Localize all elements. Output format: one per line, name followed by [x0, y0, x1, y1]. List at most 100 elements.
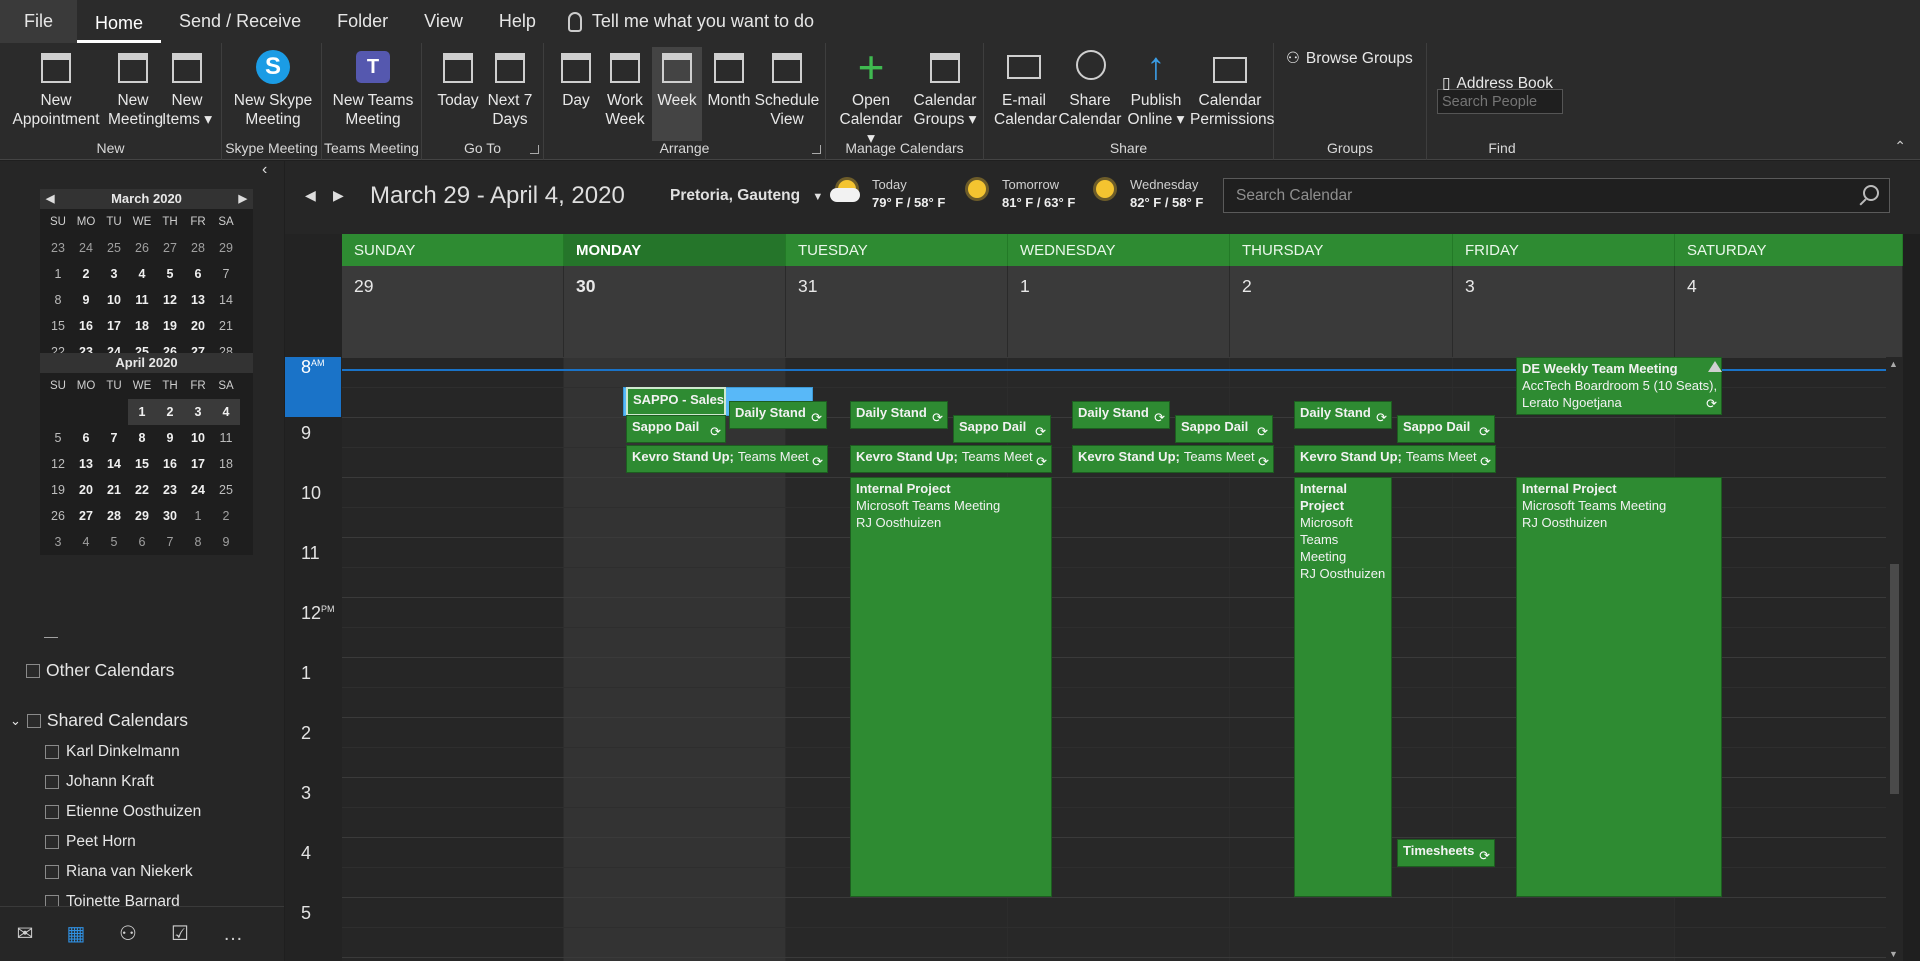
- email-calendar-button[interactable]: E-mail Calendar: [994, 47, 1057, 129]
- event-internal-project[interactable]: Internal Project Microsoft Teams Meeting R…: [1516, 477, 1722, 897]
- search-icon[interactable]: [1863, 185, 1879, 201]
- schedule-view-button[interactable]: Schedule View: [754, 47, 820, 129]
- mini-calendar-day[interactable]: 10: [100, 287, 128, 313]
- scrollbar-thumb[interactable]: [1890, 564, 1899, 794]
- mini-calendar-day[interactable]: 15: [128, 451, 156, 477]
- mini-calendar-day[interactable]: 16: [156, 451, 184, 477]
- mail-icon[interactable]: ✉: [12, 923, 38, 945]
- day-header-wednesday[interactable]: WEDNESDAY: [1008, 234, 1230, 266]
- checkbox[interactable]: [45, 775, 59, 789]
- scroll-up-icon[interactable]: ▲: [1889, 359, 1898, 369]
- share-calendar-button[interactable]: Share Calendar: [1058, 47, 1122, 129]
- mini-calendar-day[interactable]: 29: [128, 503, 156, 529]
- day-header-sunday[interactable]: SUNDAY: [342, 234, 564, 266]
- mini-calendar-day[interactable]: 7: [100, 425, 128, 451]
- mini-calendar-day[interactable]: 28: [184, 235, 212, 261]
- menu-help[interactable]: Help: [481, 0, 554, 43]
- chevron-down-icon[interactable]: ⌄: [10, 713, 21, 729]
- checkbox[interactable]: [45, 865, 59, 879]
- checkbox[interactable]: [45, 805, 59, 819]
- mini-calendar-day[interactable]: 21: [100, 477, 128, 503]
- mini-calendar-day[interactable]: 26: [44, 503, 72, 529]
- next-week-button[interactable]: ▶: [333, 187, 344, 204]
- new-appointment-button[interactable]: New Appointment: [10, 47, 102, 129]
- mini-calendar-day[interactable]: 6: [128, 529, 156, 555]
- menu-folder[interactable]: Folder: [319, 0, 406, 43]
- calendar-icon[interactable]: ▦: [63, 923, 89, 945]
- event-sappo-daily[interactable]: Sappo Dail ⟳: [626, 415, 726, 443]
- mini-calendar-day[interactable]: 14: [212, 287, 240, 313]
- mini-calendar-day[interactable]: 5: [44, 425, 72, 451]
- checkbox[interactable]: [45, 745, 59, 759]
- next-7-days-button[interactable]: Next 7 Days: [484, 47, 536, 129]
- new-items-button[interactable]: New Items ▾: [162, 47, 212, 129]
- previous-month-icon[interactable]: ◀: [46, 189, 54, 209]
- previous-week-button[interactable]: ◀: [305, 187, 316, 204]
- mini-calendar-day[interactable]: 16: [72, 313, 100, 339]
- mini-calendar-day[interactable]: 7: [212, 261, 240, 287]
- event-kevro-standup[interactable]: Kevro Stand Up; Teams Meet ⟳: [1072, 445, 1274, 473]
- day-header-saturday[interactable]: SATURDAY: [1675, 234, 1903, 266]
- mini-calendar-day[interactable]: 27: [156, 235, 184, 261]
- mini-calendar-day[interactable]: 18: [128, 313, 156, 339]
- mini-calendar-day[interactable]: 6: [184, 261, 212, 287]
- all-day-area[interactable]: 4: [1675, 266, 1903, 357]
- menu-home[interactable]: Home: [77, 7, 162, 43]
- today-button[interactable]: Today: [434, 47, 482, 110]
- menu-file[interactable]: File: [0, 0, 78, 43]
- mini-calendar-day[interactable]: 25: [100, 235, 128, 261]
- checkbox[interactable]: [26, 663, 40, 678]
- all-day-area[interactable]: 30: [564, 266, 786, 357]
- day-header-friday[interactable]: FRIDAY: [1453, 234, 1675, 266]
- mini-calendar-day[interactable]: 4: [128, 261, 156, 287]
- checkbox[interactable]: [26, 713, 41, 728]
- mini-calendar-day[interactable]: 12: [44, 451, 72, 477]
- day-header-thursday[interactable]: THURSDAY: [1230, 234, 1453, 266]
- address-book-button[interactable]: ▯ Address Book: [1442, 74, 1553, 93]
- event-daily-standup[interactable]: Daily Stand ⟳: [1072, 401, 1170, 429]
- mini-calendar-day[interactable]: 19: [44, 477, 72, 503]
- all-day-area[interactable]: 2: [1230, 266, 1453, 357]
- browse-groups-button[interactable]: ⚇ Browse Groups: [1286, 49, 1413, 68]
- new-meeting-button[interactable]: New Meeting: [108, 47, 163, 129]
- week-view-button[interactable]: Week: [652, 47, 702, 141]
- day-header-monday[interactable]: MONDAY: [564, 234, 786, 266]
- weather-location-dropdown[interactable]: Pretoria, Gauteng ▼: [670, 187, 823, 205]
- mini-calendar-day[interactable]: 4: [72, 529, 100, 555]
- tasks-icon[interactable]: ☑: [167, 923, 193, 945]
- mini-calendar-day[interactable]: 11: [128, 287, 156, 313]
- event-kevro-standup[interactable]: Kevro Stand Up; Teams Meet ⟳: [850, 445, 1052, 473]
- mini-calendar-day[interactable]: 22: [128, 477, 156, 503]
- event-sappo-daily[interactable]: Sappo Dail ⟳: [953, 415, 1051, 443]
- mini-calendar-day[interactable]: 30: [156, 503, 184, 529]
- mini-calendar-day[interactable]: 27: [72, 503, 100, 529]
- day-header-tuesday[interactable]: TUESDAY: [786, 234, 1008, 266]
- mini-calendar-day[interactable]: 5: [100, 529, 128, 555]
- shared-calendars-group[interactable]: ⌄ Shared Calendars: [10, 710, 188, 731]
- shared-calendar-item[interactable]: Peet Horn: [45, 833, 136, 851]
- event-de-weekly-team-meeting[interactable]: DE Weekly Team Meeting AccTech Boardroom …: [1516, 357, 1722, 415]
- mini-calendar-day[interactable]: 18: [212, 451, 240, 477]
- shared-calendar-item[interactable]: Etienne Oosthuizen: [45, 803, 201, 821]
- mini-calendar-day[interactable]: 11: [212, 425, 240, 451]
- menu-send-receive[interactable]: Send / Receive: [161, 0, 319, 43]
- all-day-area[interactable]: 29: [342, 266, 564, 357]
- scroll-down-icon[interactable]: ▼: [1889, 949, 1898, 959]
- vertical-scrollbar[interactable]: ▲ ▼: [1886, 357, 1903, 961]
- mini-calendar-day[interactable]: 3: [100, 261, 128, 287]
- mini-calendar-day[interactable]: 29: [212, 235, 240, 261]
- event-kevro-standup[interactable]: Kevro Stand Up; Teams Meet ⟳: [1294, 445, 1496, 473]
- more-icon[interactable]: …: [220, 923, 246, 945]
- mini-calendar-day[interactable]: 17: [100, 313, 128, 339]
- mini-calendar-day[interactable]: 7: [156, 529, 184, 555]
- mini-calendar-day[interactable]: 3: [184, 399, 212, 425]
- shared-calendar-item[interactable]: Johann Kraft: [45, 773, 154, 791]
- day-view-button[interactable]: Day: [554, 47, 598, 110]
- mini-calendar-day[interactable]: 17: [184, 451, 212, 477]
- event-internal-project[interactable]: Internal Project Microsoft Teams Meeting R…: [1294, 477, 1392, 897]
- mini-calendar-day[interactable]: 13: [184, 287, 212, 313]
- new-teams-meeting-button[interactable]: T New Teams Meeting: [330, 47, 416, 129]
- calendar-body[interactable]: SAPPO - Sales Daily Stand ⟳ Sappo Dail ⟳ Kevr…: [342, 357, 1903, 961]
- tell-me-search[interactable]: Tell me what you want to do: [554, 11, 814, 32]
- collapse-pane-icon[interactable]: ‹: [262, 161, 267, 179]
